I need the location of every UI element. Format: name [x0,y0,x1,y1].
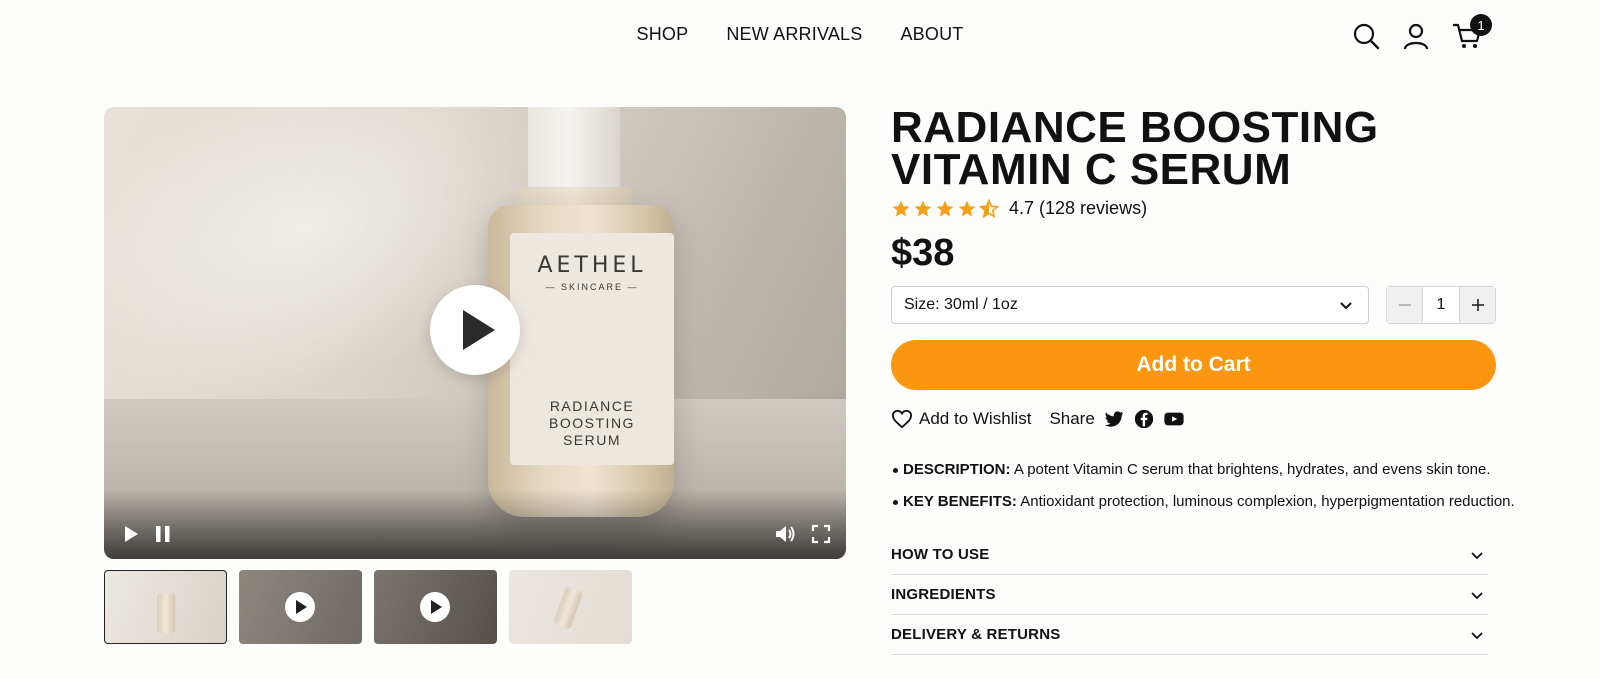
volume-icon[interactable] [774,523,796,545]
add-to-wishlist-button[interactable]: Add to Wishlist [891,409,1031,429]
facebook-icon[interactable] [1133,408,1155,430]
rating[interactable]: 4.7 (128 reviews) [891,198,1147,219]
description-text: A potent Vitamin C serum that brightens,… [1010,461,1491,478]
star-half-icon [979,198,999,218]
description-item: DESCRIPTION: A potent Vitamin C serum th… [893,460,1515,480]
header-icons: 1 [1352,14,1492,50]
accordion-ingredients[interactable]: INGREDIENTS [891,575,1488,615]
pause-icon[interactable] [152,523,174,545]
bottle-name-line: SERUM [562,432,622,448]
play-icon [420,592,450,622]
thumbnail-video[interactable] [374,570,497,644]
bottle-name-line: BOOSTING [549,415,635,431]
bottle-brand: AETHEL [537,253,647,278]
chevron-down-icon [1471,591,1483,599]
accordion-delivery-returns[interactable]: DELIVERY & RETURNS [891,615,1488,655]
benefits-item: KEY BENEFITS: Antioxidant protection, lu… [893,492,1515,512]
benefits-label: KEY BENEFITS: [903,493,1017,510]
plus-icon [1471,299,1484,311]
fullscreen-icon[interactable] [810,523,832,545]
wishlist-share-row: Add to Wishlist Share [891,408,1185,430]
star-rating [891,198,999,219]
bottle-label: AETHEL — SKINCARE — RADIANCE BOOSTING SE… [510,233,674,465]
size-select-value: Size: 30ml / 1oz [904,296,1018,313]
twitter-icon[interactable] [1103,408,1125,430]
add-to-cart-button[interactable]: Add to Cart [891,340,1496,390]
cart-count-badge: 1 [1470,14,1492,36]
bottle-name-line: RADIANCE [549,398,635,414]
controls-bar [104,489,846,559]
chevron-down-icon [1471,551,1483,559]
accordion-label: INGREDIENTS [891,586,996,603]
quantity-increase-button[interactable] [1459,287,1495,323]
search-icon[interactable] [1352,22,1380,50]
product-accordion: HOW TO USE INGREDIENTS DELIVERY & RETURN… [891,535,1488,655]
thumbnail-video[interactable] [239,570,362,644]
chevron-down-icon [1471,631,1483,639]
star-icon [936,200,954,216]
nav-about[interactable]: ABOUT [900,24,963,45]
accordion-label: DELIVERY & RETURNS [891,626,1061,643]
nav-new-arrivals[interactable]: NEW ARRIVALS [726,24,862,45]
description-label: DESCRIPTION: [903,461,1011,478]
accordion-label: HOW TO USE [891,546,990,563]
bottle-name: RADIANCE BOOSTING SERUM [510,398,674,449]
benefits-text: Antioxidant protection, luminous complex… [1016,493,1515,510]
wishlist-label: Add to Wishlist [919,409,1032,428]
play-icon [463,310,495,350]
star-icon [958,200,976,216]
product-title: RADIANCE BOOSTING VITAMIN C SERUM [891,103,1379,194]
quantity-value[interactable]: 1 [1423,287,1459,323]
share-label: Share [1049,409,1095,428]
bottle-cap [528,107,620,189]
thumb-bottle [157,593,175,633]
thumbnail-image[interactable] [104,570,227,644]
play-icon [285,592,315,622]
size-select[interactable]: Size: 30ml / 1oz [891,286,1369,324]
cart-icon[interactable]: 1 [1452,14,1492,50]
thumbnail-image[interactable] [509,570,632,644]
product-video[interactable]: AETHEL — SKINCARE — RADIANCE BOOSTING SE… [104,107,846,559]
minus-icon [1398,304,1411,306]
thumbnail-strip [104,570,632,644]
quantity-decrease-button[interactable] [1387,287,1423,323]
product-title-line: RADIANCE BOOSTING [891,103,1379,152]
rating-text: 4.7 (128 reviews) [1009,198,1148,218]
nav-shop[interactable]: SHOP [637,24,689,45]
youtube-icon[interactable] [1163,408,1185,430]
quantity-stepper: 1 [1386,286,1496,324]
bottle-sub: — SKINCARE — [545,282,639,292]
star-icon [892,200,910,216]
thumb-bottle [552,586,584,630]
accordion-how-to-use[interactable]: HOW TO USE [891,535,1488,575]
product-title-line: VITAMIN C SERUM [891,145,1292,194]
play-icon[interactable] [120,523,142,545]
user-icon[interactable] [1402,22,1430,50]
heart-icon [891,409,913,429]
price: $38 [891,232,955,274]
star-icon [914,200,932,216]
chevron-down-icon [1340,302,1352,310]
product-details: DESCRIPTION: A potent Vitamin C serum th… [893,460,1515,524]
play-overlay-button[interactable] [430,285,520,375]
